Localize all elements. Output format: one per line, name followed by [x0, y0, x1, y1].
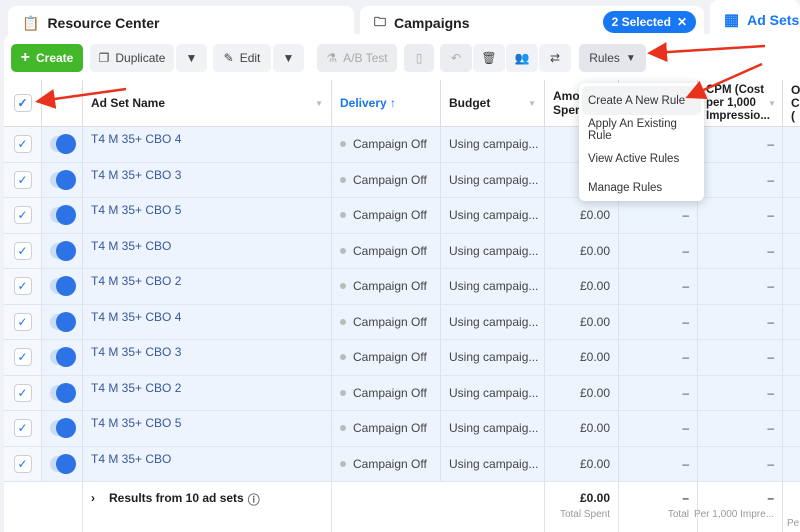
status-dot-icon	[340, 389, 346, 396]
row-checkbox[interactable]: ✓	[13, 312, 32, 331]
row-checkbox[interactable]: ✓	[13, 277, 32, 296]
ab-test-button[interactable]: ⚗ A/B Test	[317, 44, 397, 72]
table-row[interactable]: ✓ T4 M 35+ CBO 5 Campaign Off Using camp…	[4, 198, 800, 234]
row-checkbox[interactable]: ✓	[13, 135, 32, 154]
delete-button[interactable]: 🗑	[473, 44, 505, 72]
row-checkbox[interactable]: ✓	[13, 348, 32, 367]
row-checkbox[interactable]: ✓	[13, 170, 32, 189]
table-row[interactable]: ✓ T4 M 35+ CBO Campaign Off Using campai…	[4, 446, 800, 482]
status-toggle[interactable]	[50, 134, 76, 155]
duplicate-icon: ❐	[98, 51, 110, 65]
status-dot-icon	[340, 460, 346, 467]
status-dot-icon	[340, 212, 346, 219]
status-dot-icon	[340, 247, 346, 254]
status-toggle[interactable]	[50, 276, 76, 297]
row-checkbox[interactable]: ✓	[13, 419, 32, 438]
status-toggle[interactable]	[50, 453, 76, 474]
ad-set-name-link[interactable]: T4 M 35+ CBO 2	[91, 381, 181, 395]
column-header-cpm[interactable]: CPM (Cost per 1,000 Impressio... ▼	[698, 80, 783, 127]
sort-icon: ▼	[768, 98, 776, 108]
status-toggle[interactable]	[50, 205, 76, 226]
edit-button[interactable]: ✎ Edit	[213, 44, 271, 72]
row-checkbox[interactable]: ✓	[13, 206, 32, 225]
ad-set-name-link[interactable]: T4 M 35+ CBO 5	[91, 203, 181, 217]
table-row[interactable]: ✓ T4 M 35+ CBO Campaign Off Using campai…	[4, 233, 800, 269]
undo-icon: ↶	[450, 51, 462, 65]
row-checkbox[interactable]: ✓	[13, 241, 32, 260]
ad-set-name-link[interactable]: T4 M 35+ CBO 4	[91, 132, 181, 146]
folder-icon: 🗀	[374, 14, 387, 29]
ad-set-name-link[interactable]: T4 M 35+ CBO 5	[91, 416, 181, 430]
rules-dropdown-menu: Create A New Rule Apply An Existing Rule V…	[579, 83, 704, 201]
rules-menu-item[interactable]: Apply An Existing Rule	[582, 115, 701, 144]
row-checkbox[interactable]: ✓	[13, 383, 32, 402]
status-toggle[interactable]	[50, 347, 76, 368]
ad-set-name-link[interactable]: T4 M 35+ CBO 3	[91, 345, 181, 359]
status-dot-icon	[340, 425, 346, 432]
ad-set-name-link[interactable]: T4 M 35+ CBO 2	[91, 274, 181, 288]
table-row[interactable]: ✓ T4 M 35+ CBO 4 Campaign Off Using camp…	[4, 304, 800, 340]
create-button[interactable]: + Create	[11, 44, 83, 72]
trash-icon: 🗑	[481, 51, 497, 65]
status-dot-icon	[340, 283, 346, 290]
table-row[interactable]: ✓ T4 M 35+ CBO 2 Campaign Off Using camp…	[4, 269, 800, 305]
duplicate-dropdown[interactable]: ▼	[176, 44, 207, 72]
table-row[interactable]: ✓ T4 M 35+ CBO 5 Campaign Off Using camp…	[4, 411, 800, 447]
status-dot-icon	[340, 354, 346, 361]
rules-button[interactable]: Rules ▼	[579, 44, 646, 72]
export-button[interactable]: ▯	[404, 44, 434, 72]
status-dot-icon	[340, 176, 346, 183]
status-toggle[interactable]	[50, 311, 76, 332]
table-footer: › Results from 10 ad sets ⓘ £0.00 Total Spe…	[4, 482, 800, 532]
ad-set-name-link[interactable]: T4 M 35+ CBO 4	[91, 310, 181, 324]
rules-menu-item[interactable]: Create A New Rule	[582, 86, 701, 115]
row-checkbox[interactable]: ✓	[13, 454, 32, 473]
grid-icon: ▦	[724, 12, 740, 29]
status-dot-icon	[340, 141, 346, 148]
sort-icon: ▼	[315, 98, 323, 108]
results-summary[interactable]: › Results from 10 ad sets ⓘ	[83, 482, 332, 532]
caret-down-icon: ▼	[625, 52, 636, 64]
status-toggle[interactable]	[50, 240, 76, 261]
info-icon: ⓘ	[247, 493, 260, 507]
preview-icon: ⇄	[549, 51, 561, 65]
clipboard-icon: 📋	[22, 14, 40, 31]
table-row[interactable]: ✓ T4 M 35+ CBO 2 Campaign Off Using camp…	[4, 375, 800, 411]
status-toggle[interactable]	[50, 382, 76, 403]
selected-badge[interactable]: 2 Selected ✕	[602, 11, 696, 33]
column-header-name[interactable]: Ad Set Name ▼	[83, 80, 332, 127]
duplicate-button[interactable]: ❐ Duplicate	[90, 44, 174, 72]
pencil-icon: ✎	[223, 51, 234, 65]
rules-menu-item[interactable]: View Active Rules	[582, 144, 701, 173]
column-header-delivery[interactable]: Delivery ↑	[332, 80, 441, 127]
ad-set-name-link[interactable]: T4 M 35+ CBO 3	[91, 168, 181, 182]
ad-set-name-link[interactable]: T4 M 35+ CBO	[91, 452, 171, 466]
clipboard-icon: ▯	[415, 51, 423, 65]
preview-button[interactable]: ⇄	[539, 44, 571, 72]
people-icon: 👥	[514, 51, 530, 65]
chevron-right-icon[interactable]: ›	[91, 491, 95, 505]
status-toggle[interactable]	[50, 418, 76, 439]
sort-icon: ▼	[528, 98, 536, 108]
column-header-other[interactable]: O C (	[783, 80, 800, 127]
audience-button[interactable]: 👥	[506, 44, 538, 72]
status-dot-icon	[340, 318, 346, 325]
table-row[interactable]: ✓ T4 M 35+ CBO 3 Campaign Off Using camp…	[4, 340, 800, 376]
ad-set-name-link[interactable]: T4 M 35+ CBO	[91, 239, 171, 253]
undo-button[interactable]: ↶	[440, 44, 472, 72]
close-icon[interactable]: ✕	[677, 15, 687, 29]
edit-dropdown[interactable]: ▼	[273, 44, 304, 72]
flask-icon: ⚗	[326, 51, 338, 65]
caret-down-icon: ▼	[185, 51, 198, 65]
column-header-budget[interactable]: Budget ▼	[441, 80, 545, 127]
select-all-checkbox[interactable]: ✓	[13, 94, 32, 112]
caret-down-icon: ▼	[282, 51, 295, 65]
plus-icon: +	[20, 49, 30, 66]
rules-menu-item[interactable]: Manage Rules	[582, 173, 701, 202]
status-toggle[interactable]	[50, 169, 76, 190]
